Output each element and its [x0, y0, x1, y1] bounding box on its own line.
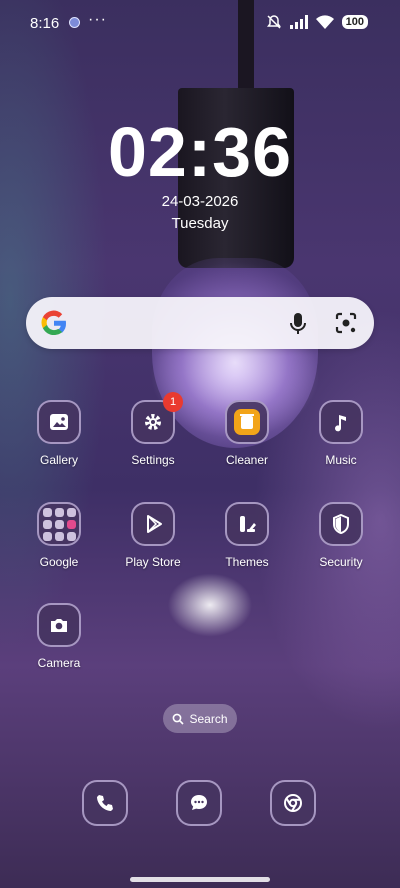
- dock-chrome[interactable]: [270, 780, 316, 826]
- search-icon: [173, 713, 185, 725]
- messages-icon: [191, 795, 207, 810]
- status-bar: 8:16 ··· 100: [0, 0, 400, 48]
- app-label: Music: [325, 453, 357, 467]
- camera-icon: [37, 603, 81, 647]
- status-icons: 100: [266, 14, 368, 30]
- more-notifications-icon: ···: [88, 11, 107, 28]
- clock-date[interactable]: 24-03-2026: [0, 193, 400, 210]
- clock-weekday[interactable]: Tuesday: [0, 215, 400, 232]
- image-icon: [37, 400, 81, 444]
- gear-icon: 1: [131, 392, 183, 444]
- app-music[interactable]: Music: [296, 400, 386, 467]
- app-label: Play Store: [125, 555, 181, 569]
- app-cleaner[interactable]: Cleaner: [202, 400, 292, 467]
- google-logo-icon: [41, 310, 67, 336]
- app-label: Themes: [225, 555, 269, 569]
- lens-icon[interactable]: [332, 309, 360, 337]
- folder-icon: [37, 502, 81, 546]
- folder-preview: [42, 507, 76, 541]
- app-label: Cleaner: [225, 453, 269, 467]
- shield-icon: [319, 502, 363, 546]
- app-label: Camera: [37, 656, 81, 670]
- app-camera[interactable]: Camera: [14, 603, 104, 670]
- app-label: Security: [319, 555, 363, 569]
- dock-phone[interactable]: [82, 780, 128, 826]
- battery-icon: 100: [341, 15, 368, 29]
- app-google-folder[interactable]: Google: [14, 502, 104, 569]
- google-search-bar[interactable]: [26, 297, 374, 349]
- trash-icon: [225, 400, 269, 444]
- dock-messages[interactable]: [176, 780, 222, 826]
- themes-icon: [225, 502, 269, 546]
- app-gallery[interactable]: Gallery: [14, 400, 104, 467]
- app-themes[interactable]: Themes: [202, 502, 292, 569]
- app-play-store[interactable]: Play Store: [108, 502, 198, 569]
- signal-icon: [289, 15, 308, 29]
- clock-time[interactable]: 02:36: [0, 112, 400, 192]
- app-label: Settings: [131, 453, 175, 467]
- app-search-label: Search: [189, 711, 228, 726]
- wifi-icon: [315, 15, 334, 29]
- play-icon: [131, 502, 175, 546]
- app-search-button[interactable]: Search: [163, 704, 237, 733]
- app-label: Google: [39, 555, 79, 569]
- app-label: Gallery: [39, 453, 78, 467]
- music-note-icon: [319, 400, 363, 444]
- mute-vibrate-icon: [266, 15, 281, 29]
- app-security[interactable]: Security: [296, 502, 386, 569]
- phone-icon: [97, 795, 113, 811]
- app-settings[interactable]: 1 Settings: [108, 392, 198, 467]
- notification-badge: 1: [163, 392, 183, 412]
- home-indicator[interactable]: [130, 877, 270, 882]
- mic-icon[interactable]: [284, 309, 312, 337]
- chrome-icon: [284, 794, 302, 812]
- status-time: 8:16: [30, 15, 60, 32]
- notification-app-icon: [69, 17, 80, 28]
